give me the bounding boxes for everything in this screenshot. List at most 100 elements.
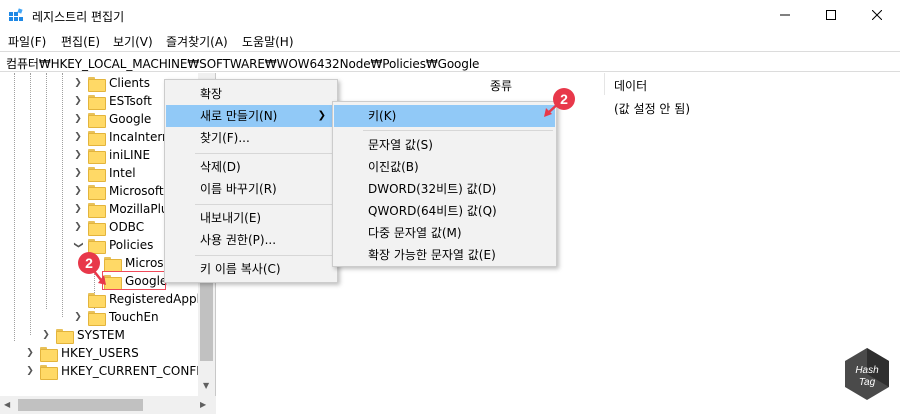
tree-node[interactable]: ❯ MozillaPlu	[72, 200, 169, 218]
tree-node-policies[interactable]: ❯ Policies	[72, 236, 153, 254]
tree-node[interactable]: RegisteredApplica	[72, 290, 215, 308]
tree-node[interactable]: ❯ HKEY_USERS	[24, 344, 139, 362]
menu-item-label: 내보내기(E)	[200, 211, 262, 225]
submenu-item-expandable-string-value[interactable]: 확장 가능한 문자열 값(E)	[334, 244, 555, 266]
chevron-right-icon[interactable]: ❯	[72, 95, 84, 107]
chevron-right-icon[interactable]: ❯	[24, 365, 36, 377]
column-type[interactable]: 종류	[490, 77, 512, 94]
folder-icon	[88, 148, 106, 164]
menu-item-label: 키 이름 복사(C)	[200, 262, 281, 276]
folder-icon	[88, 166, 106, 182]
chevron-right-icon[interactable]: ❯	[72, 167, 84, 179]
tree-node-label: Clients	[109, 76, 150, 90]
menu-bar: 파일(F) 편집(E) 보기(V) 즐겨찾기(A) 도움말(H)	[0, 30, 900, 51]
menu-item-find[interactable]: 찾기(F)...	[166, 127, 336, 149]
tree-node[interactable]: Microso	[88, 254, 171, 272]
scroll-left-icon[interactable]: ◀	[4, 400, 10, 409]
value-data-cell: (값 설정 안 됨)	[614, 102, 691, 116]
chevron-down-icon[interactable]: ❯	[72, 239, 84, 251]
scroll-right-icon[interactable]: ▶	[200, 400, 206, 409]
chevron-right-icon[interactable]: ❯	[24, 347, 36, 359]
menu-separator	[195, 204, 335, 205]
tree-node-label: TouchEn	[109, 310, 159, 324]
maximize-icon	[826, 10, 836, 20]
submenu-item-key[interactable]: 키(K)	[334, 105, 555, 127]
menu-separator	[195, 255, 335, 256]
tree-node[interactable]: ❯ iniLINE	[72, 146, 150, 164]
chevron-right-icon[interactable]: ❯	[72, 185, 84, 197]
menu-edit[interactable]: 편집(E)	[61, 33, 100, 50]
menu-item-label: 키(K)	[368, 109, 397, 123]
tree-node[interactable]: ❯ HKEY_CURRENT_CONFIG	[24, 362, 209, 380]
hashtag-logo-icon: Hash Tag	[845, 348, 889, 400]
tree-node[interactable]: ❯ SYSTEM	[40, 326, 125, 344]
submenu-item-dword-value[interactable]: DWORD(32비트) 값(D)	[334, 178, 555, 200]
submenu-item-string-value[interactable]: 문자열 값(S)	[334, 134, 555, 156]
tree-node[interactable]: ❯ Microsoft	[72, 182, 164, 200]
folder-icon	[88, 94, 106, 110]
folder-icon	[56, 328, 74, 344]
chevron-right-icon[interactable]: ❯	[72, 203, 84, 215]
tree-node-label: SYSTEM	[77, 328, 125, 342]
address-bar[interactable]: 컴퓨터₩HKEY_LOCAL_MACHINE₩SOFTWARE₩WOW6432N…	[0, 51, 900, 72]
menu-item-label: 새로 만들기(N)	[200, 109, 278, 123]
menu-file[interactable]: 파일(F)	[8, 33, 46, 50]
menu-item-label: DWORD(32비트) 값(D)	[368, 182, 497, 196]
chevron-right-icon[interactable]: ❯	[72, 77, 84, 89]
menu-item-label: 사용 권한(P)...	[200, 233, 277, 247]
menu-item-delete[interactable]: 삭제(D)	[166, 156, 336, 178]
menu-favorites[interactable]: 즐겨찾기(A)	[166, 33, 228, 50]
menu-item-new[interactable]: 새로 만들기(N) ❯	[166, 105, 336, 127]
chevron-right-icon[interactable]: ❯	[72, 113, 84, 125]
tree-node[interactable]: ❯ TouchEn	[72, 308, 159, 326]
tree-node-label: Intel	[109, 166, 136, 180]
menu-item-label: 문자열 값(S)	[368, 138, 433, 152]
tree-node[interactable]: ❯ IncaInterne	[72, 128, 177, 146]
registry-editor-icon	[9, 8, 23, 21]
title-bar: 레지스트리 편집기	[0, 0, 900, 30]
folder-icon	[88, 292, 106, 308]
folder-icon	[88, 112, 106, 128]
menu-item-export[interactable]: 내보내기(E)	[166, 207, 336, 229]
tree-node-label: ESTsoft	[109, 94, 152, 108]
menu-item-copy-key-name[interactable]: 키 이름 복사(C)	[166, 258, 336, 280]
chevron-right-icon[interactable]: ❯	[72, 131, 84, 143]
tree-node[interactable]: ❯ ESTsoft	[72, 92, 152, 110]
menu-separator	[195, 153, 335, 154]
maximize-button[interactable]	[808, 0, 854, 30]
new-submenu: 키(K) 문자열 값(S) 이진값(B) DWORD(32비트) 값(D) QW…	[332, 101, 557, 267]
menu-item-label: QWORD(64비트) 값(Q)	[368, 204, 497, 218]
submenu-item-multi-string-value[interactable]: 다중 문자열 값(M)	[334, 222, 555, 244]
logo-text: Hash	[855, 365, 879, 376]
folder-icon	[88, 202, 106, 218]
close-button[interactable]	[854, 0, 900, 30]
tree-node-label: Microsoft	[109, 184, 164, 198]
chevron-right-icon[interactable]: ❯	[40, 329, 52, 341]
chevron-right-icon[interactable]: ❯	[72, 221, 84, 233]
folder-icon	[88, 130, 106, 146]
folder-icon	[88, 238, 106, 254]
submenu-item-qword-value[interactable]: QWORD(64비트) 값(Q)	[334, 200, 555, 222]
chevron-right-icon[interactable]: ❯	[72, 149, 84, 161]
folder-icon	[88, 76, 106, 92]
chevron-right-icon[interactable]: ❯	[72, 311, 84, 323]
tree-node[interactable]: ❯ Google	[72, 110, 151, 128]
menu-item-label: 다중 문자열 값(M)	[368, 226, 462, 240]
menu-view[interactable]: 보기(V)	[113, 33, 153, 50]
menu-item-label: 확장	[200, 87, 223, 101]
menu-item-rename[interactable]: 이름 바꾸기(R)	[166, 178, 336, 200]
menu-item-expand[interactable]: 확장	[166, 83, 336, 105]
column-data[interactable]: 데이터	[614, 77, 647, 94]
submenu-item-binary-value[interactable]: 이진값(B)	[334, 156, 555, 178]
scroll-down-icon[interactable]: ▼	[203, 381, 209, 390]
menu-help[interactable]: 도움말(H)	[242, 33, 294, 50]
tree-node-label: Policies	[109, 238, 154, 252]
tree-node[interactable]: ❯ ODBC	[72, 218, 144, 236]
tree-node[interactable]: ❯ Clients	[72, 74, 150, 92]
scroll-thumb[interactable]	[18, 399, 143, 411]
minimize-button[interactable]	[762, 0, 808, 30]
tree-horizontal-scrollbar[interactable]: ◀ ▶	[0, 396, 216, 414]
minimize-icon	[780, 14, 790, 16]
tree-node[interactable]: ❯ Intel	[72, 164, 136, 182]
menu-item-permissions[interactable]: 사용 권한(P)...	[166, 229, 336, 251]
